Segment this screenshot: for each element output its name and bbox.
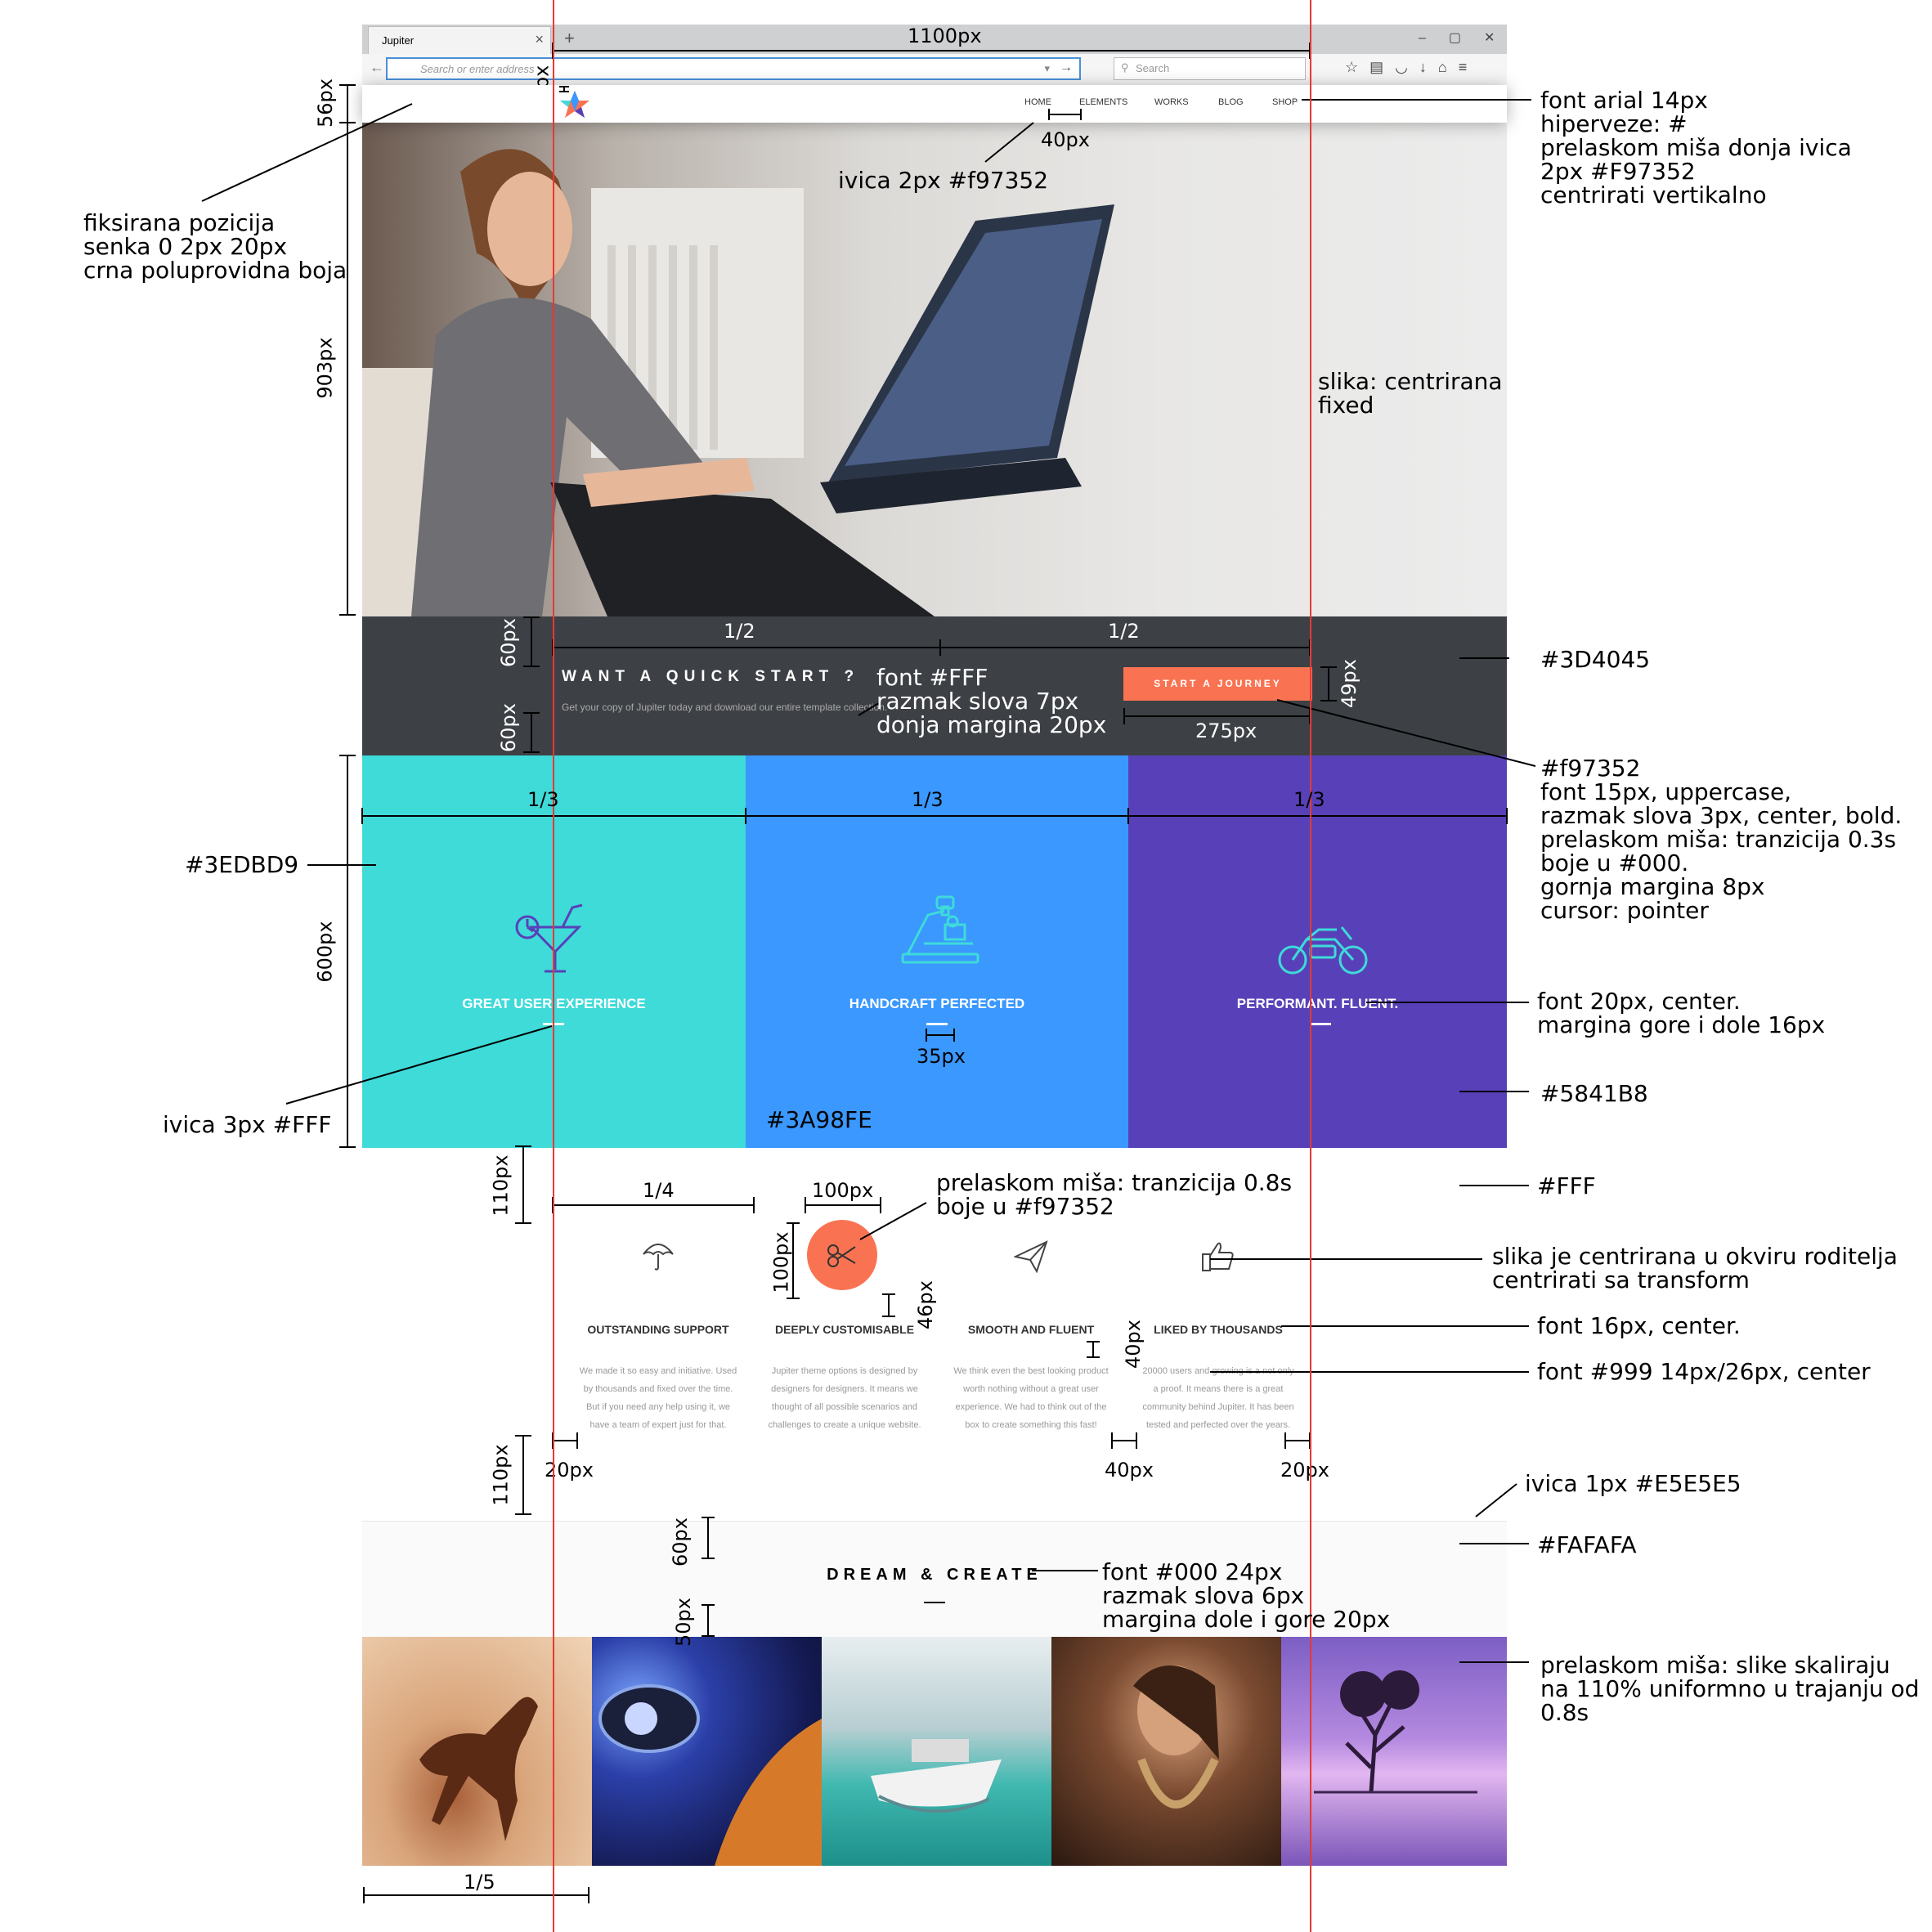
ann-dream-font: font #000 24px razmak slova 6px margina …	[1102, 1558, 1391, 1633]
ann-half-right: 1/2	[1108, 620, 1140, 643]
ann-third-2: 1/3	[912, 788, 944, 811]
ann-half-left: 1/2	[724, 620, 755, 643]
ann-third-3: 1/3	[1293, 788, 1325, 811]
guide-line-left	[553, 0, 554, 1932]
ann-c2-color: #3A98FE	[766, 1106, 872, 1133]
ann-qs-font: font #FFF razmak slova 7px donja margina…	[876, 664, 1107, 738]
guide-line-right	[1310, 0, 1311, 1932]
ann-width: 1100px	[908, 25, 982, 47]
annotation-lines	[201, 43, 1536, 1903]
ann-third-1: 1/3	[527, 788, 559, 811]
